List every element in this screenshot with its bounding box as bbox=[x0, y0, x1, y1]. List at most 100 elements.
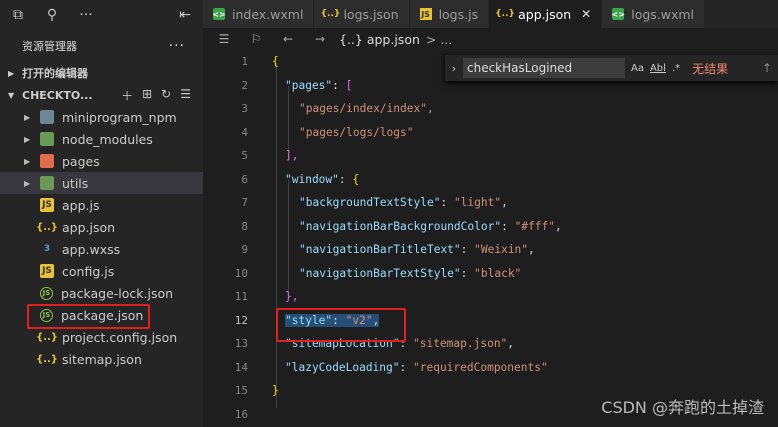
tab-label: logs.js bbox=[438, 6, 479, 22]
explorer-title: 资源管理器 bbox=[22, 40, 77, 53]
line-number: 4 bbox=[241, 125, 248, 139]
collapse-all-icon[interactable]: ☰ bbox=[180, 87, 191, 104]
bookmark-icon[interactable]: ⚐ bbox=[245, 32, 267, 46]
breadcrumb-file[interactable]: {..} app.json bbox=[339, 32, 420, 47]
tree-item-label: pages bbox=[62, 153, 100, 169]
tree-item-label: project.config.json bbox=[62, 329, 178, 345]
json-file-icon: {..} bbox=[36, 331, 58, 343]
css-file-icon: 3 bbox=[43, 244, 51, 254]
search-icon[interactable]: ⚲ bbox=[44, 7, 60, 23]
list-icon[interactable]: ☰ bbox=[213, 32, 235, 46]
line-number: 12 bbox=[234, 313, 248, 327]
project-label: CHECKTO... bbox=[22, 88, 93, 102]
tab-label: logs.wxml bbox=[631, 6, 695, 22]
tree-item-miniprogram-npm[interactable]: ▶ miniprogram_npm bbox=[0, 106, 203, 128]
open-editors-section[interactable]: ▶ 打开的编辑器 bbox=[0, 62, 203, 84]
arrow-up-icon[interactable]: ↑ bbox=[762, 61, 772, 75]
code-line: 11 }, bbox=[203, 285, 778, 309]
match-case-icon[interactable]: Aa bbox=[631, 63, 644, 74]
tree-item-app-js[interactable]: JS app.js bbox=[0, 194, 203, 216]
code-editor[interactable]: 1 { 2 "pages": [ 3 "pages/index/index", … bbox=[203, 50, 778, 427]
code-text: "pages": [ bbox=[285, 78, 353, 92]
tree-item-label: miniprogram_npm bbox=[62, 109, 177, 125]
json-file-icon: {..} bbox=[36, 221, 58, 233]
more-icon[interactable]: ··· bbox=[78, 7, 94, 23]
sidebar: ⧉ ⚲ ··· ⇤ 资源管理器 ··· ▶ 打开的编辑器 ▼ CHECKTO..… bbox=[0, 0, 203, 427]
refresh-icon[interactable]: ↻ bbox=[161, 87, 171, 104]
tree-item-pages[interactable]: ▶ pages bbox=[0, 150, 203, 172]
chevron-right-icon: ▶ bbox=[24, 178, 31, 188]
regex-icon[interactable]: .* bbox=[672, 63, 680, 74]
tree-item-app-json[interactable]: {..} app.json bbox=[0, 216, 203, 238]
find-input[interactable]: checkHasLogined bbox=[463, 58, 625, 78]
package-json-highlight-box bbox=[27, 304, 150, 329]
tab-logs-json[interactable]: {..} logs.json bbox=[314, 0, 410, 28]
line-number: 8 bbox=[241, 219, 248, 233]
new-folder-icon[interactable]: ⊞ bbox=[142, 87, 152, 104]
copy-files-icon[interactable]: ⧉ bbox=[10, 7, 26, 23]
back-arrow-icon[interactable]: ← bbox=[277, 32, 299, 46]
tab-label: logs.json bbox=[343, 6, 399, 22]
tab-logs-wxml[interactable]: <> logs.wxml bbox=[602, 0, 706, 28]
node-file-icon: JS bbox=[40, 286, 53, 300]
code-text: "navigationBarTextStyle": "black" bbox=[299, 266, 522, 280]
tab-logs-js[interactable]: JS logs.js bbox=[409, 0, 490, 28]
find-widget: › checkHasLogined Aa Abl .* 无结果 ↑ bbox=[445, 55, 778, 81]
tab-app-json[interactable]: {..} app.json ✕ bbox=[489, 0, 603, 28]
chevron-right-icon[interactable]: › bbox=[445, 62, 463, 75]
tree-item-config-js[interactable]: JS config.js bbox=[0, 260, 203, 282]
folder-icon bbox=[40, 110, 54, 124]
activity-bar: ⧉ ⚲ ··· ⇤ bbox=[0, 0, 203, 30]
tab-label: index.wxml bbox=[232, 6, 304, 22]
code-line: 14 "lazyCodeLoading": "requiredComponent… bbox=[203, 356, 778, 380]
code-text: ], bbox=[285, 149, 299, 163]
code-line: 8 "navigationBarBackgroundColor": "#fff"… bbox=[203, 215, 778, 239]
js-file-icon: JS bbox=[40, 198, 54, 212]
folder-icon bbox=[40, 132, 54, 146]
code-line: 5 ], bbox=[203, 144, 778, 168]
collapse-panel-icon[interactable]: ⇤ bbox=[177, 7, 193, 23]
tab-index-wxml[interactable]: <> index.wxml bbox=[203, 0, 315, 28]
line-number: 3 bbox=[241, 102, 248, 116]
wxml-file-icon: <> bbox=[611, 8, 625, 20]
line-number: 15 bbox=[234, 384, 248, 398]
line-number: 10 bbox=[234, 266, 248, 280]
code-text: "backgroundTextStyle": "light", bbox=[299, 196, 508, 210]
code-line: 7 "backgroundTextStyle": "light", bbox=[203, 191, 778, 215]
tree-item-label: node_modules bbox=[62, 131, 153, 147]
tree-item-sitemap-json[interactable]: {..} sitemap.json bbox=[0, 348, 203, 370]
chevron-right-icon: ▶ bbox=[24, 134, 31, 144]
code-text: "pages/index/index", bbox=[299, 102, 434, 116]
code-text: "pages/logs/logs" bbox=[299, 125, 414, 139]
code-text: }, bbox=[285, 290, 299, 304]
tree-item-app-wxss[interactable]: 3 app.wxss bbox=[0, 238, 203, 260]
tree-item-project-config-json[interactable]: {..} project.config.json bbox=[0, 326, 203, 348]
tree-item-node-modules[interactable]: ▶ node_modules bbox=[0, 128, 203, 150]
forward-arrow-icon[interactable]: → bbox=[309, 32, 331, 46]
line-number: 9 bbox=[241, 243, 248, 257]
code-text: "navigationBarTitleText": "Weixin", bbox=[299, 243, 535, 257]
code-text: "navigationBarBackgroundColor": "#fff", bbox=[299, 219, 562, 233]
file-tree: ▶ miniprogram_npm ▶ node_modules ▶ pages… bbox=[0, 106, 203, 370]
tree-item-package-lock-json[interactable]: JS package-lock.json bbox=[0, 282, 203, 304]
line-number: 16 bbox=[234, 407, 248, 421]
tree-item-utils[interactable]: ▶ utils bbox=[0, 172, 203, 194]
new-file-icon[interactable]: ＋ bbox=[121, 87, 133, 104]
line-number: 7 bbox=[241, 196, 248, 210]
whole-word-icon[interactable]: Abl bbox=[650, 63, 666, 74]
line-number: 2 bbox=[241, 78, 248, 92]
explorer-more-icon[interactable]: ··· bbox=[169, 38, 185, 54]
line-number: 5 bbox=[241, 149, 248, 163]
tree-item-label: app.js bbox=[62, 197, 100, 213]
chevron-down-icon: ▼ bbox=[8, 90, 15, 100]
project-section[interactable]: ▼ CHECKTO... ＋ ⊞ ↻ ☰ bbox=[0, 84, 203, 106]
close-icon[interactable]: ✕ bbox=[581, 7, 591, 21]
explorer-header: 资源管理器 ··· bbox=[0, 30, 203, 62]
style-line-highlight-box bbox=[276, 308, 406, 342]
code-line: 10 "navigationBarTextStyle": "black" bbox=[203, 262, 778, 286]
chevron-right-icon: ▶ bbox=[24, 156, 31, 166]
json-file-icon: {..} bbox=[495, 9, 515, 19]
tree-item-label: config.js bbox=[62, 263, 115, 279]
code-text: "lazyCodeLoading": "requiredComponents" bbox=[285, 360, 548, 374]
line-number: 14 bbox=[234, 360, 248, 374]
